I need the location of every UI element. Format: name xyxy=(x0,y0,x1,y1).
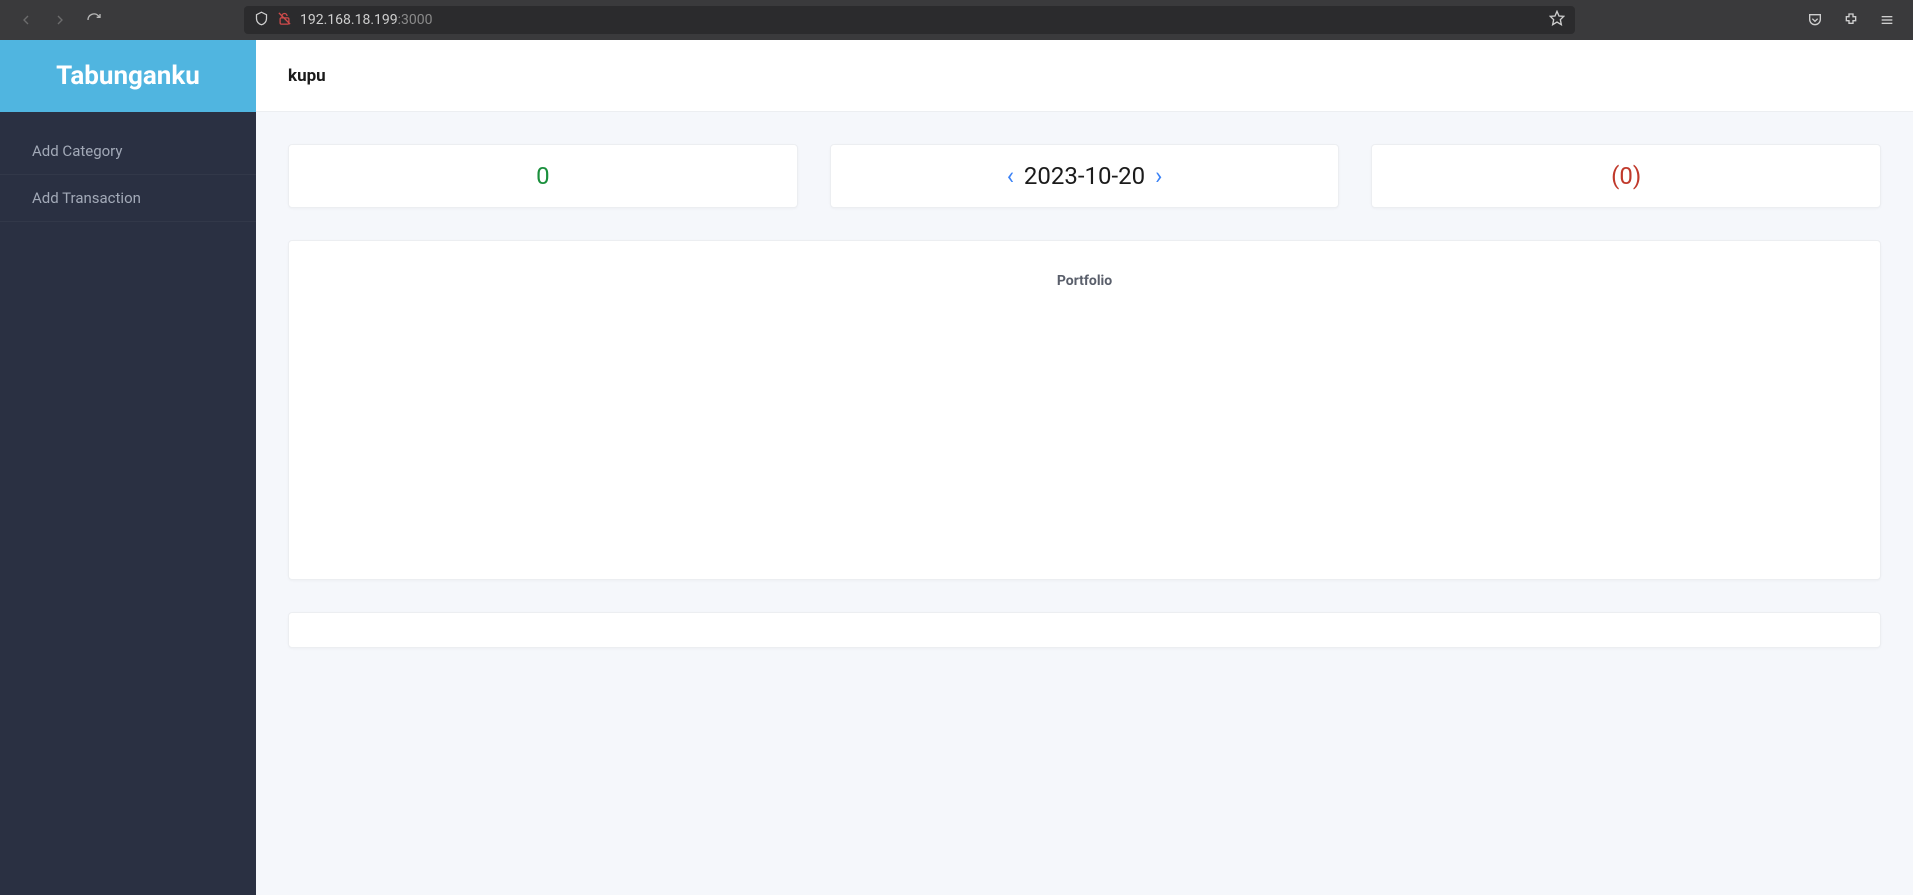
main-area: kupu 0 ‹ 2023-10-20 › (0) P xyxy=(256,40,1913,895)
page-title: kupu xyxy=(288,66,326,86)
bookmark-star-icon[interactable] xyxy=(1549,10,1565,30)
forward-button[interactable] xyxy=(46,6,74,34)
pocket-icon[interactable] xyxy=(1801,6,1829,34)
hamburger-menu-icon[interactable] xyxy=(1873,6,1901,34)
shield-icon xyxy=(254,11,269,30)
app-root: Tabunganku Add Category Add Transaction … xyxy=(0,40,1913,895)
brand-logo[interactable]: Tabunganku xyxy=(0,40,256,112)
stat-expense-value: (0) xyxy=(1611,162,1641,190)
empty-card xyxy=(288,612,1881,648)
extensions-icon[interactable] xyxy=(1837,6,1865,34)
sidebar-item-label: Add Category xyxy=(32,142,123,160)
url-port: :3000 xyxy=(398,12,433,28)
reload-button[interactable] xyxy=(80,6,108,34)
sidebar-nav: Add Category Add Transaction xyxy=(0,112,256,222)
sidebar-item-label: Add Transaction xyxy=(32,189,141,207)
stat-card-expense: (0) xyxy=(1371,144,1881,208)
stat-card-income: 0 xyxy=(288,144,798,208)
url-bar[interactable]: 192.168.18.199:3000 xyxy=(244,6,1575,34)
stat-card-date: ‹ 2023-10-20 › xyxy=(830,144,1340,208)
url-host: 192.168.18.199 xyxy=(300,12,398,28)
content: 0 ‹ 2023-10-20 › (0) Portfolio xyxy=(256,112,1913,680)
portfolio-title: Portfolio xyxy=(1057,273,1112,289)
sidebar: Tabunganku Add Category Add Transaction xyxy=(0,40,256,895)
topbar: kupu xyxy=(256,40,1913,112)
date-next-button[interactable]: › xyxy=(1155,162,1162,190)
back-button[interactable] xyxy=(12,6,40,34)
portfolio-card: Portfolio xyxy=(288,240,1881,580)
lock-insecure-icon xyxy=(277,11,292,30)
browser-chrome: 192.168.18.199:3000 xyxy=(0,0,1913,40)
stats-row: 0 ‹ 2023-10-20 › (0) xyxy=(288,144,1881,208)
url-text: 192.168.18.199:3000 xyxy=(300,12,1541,28)
stat-income-value: 0 xyxy=(536,162,550,190)
date-prev-button[interactable]: ‹ xyxy=(1007,162,1014,190)
current-date: 2023-10-20 xyxy=(1024,162,1145,190)
sidebar-item-add-category[interactable]: Add Category xyxy=(0,128,256,175)
sidebar-item-add-transaction[interactable]: Add Transaction xyxy=(0,175,256,222)
